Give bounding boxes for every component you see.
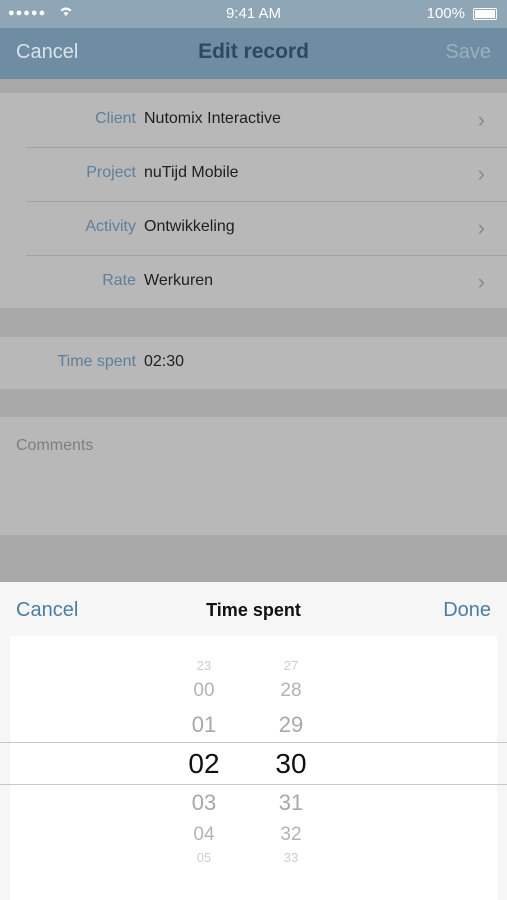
navigation-bar: Cancel Edit record Save xyxy=(0,28,507,79)
hour-option[interactable]: 03 xyxy=(174,790,234,816)
client-row[interactable]: Client Nutomix Interactive › xyxy=(0,93,507,147)
chevron-right-icon: › xyxy=(477,215,485,240)
minute-option-selected[interactable]: 30 xyxy=(261,748,321,780)
time-spent-value: 02:30 xyxy=(144,353,185,370)
client-value: Nutomix Interactive xyxy=(144,110,281,127)
rate-value: Werkuren xyxy=(144,272,214,289)
minute-option[interactable]: 28 xyxy=(261,680,321,702)
minute-option[interactable]: 31 xyxy=(261,790,321,816)
picker-selection-bottom-line xyxy=(0,784,507,785)
activity-value: Ontwikkeling xyxy=(144,218,235,235)
hour-option[interactable]: 00 xyxy=(174,680,234,702)
comments-field[interactable]: Comments xyxy=(16,437,93,455)
hour-option-selected[interactable]: 02 xyxy=(174,748,234,780)
time-spent-row[interactable]: Time spent 02:30 xyxy=(0,336,507,390)
picker-title: Time spent xyxy=(206,600,301,620)
picker-selection-top-line xyxy=(0,742,507,743)
comments-group xyxy=(0,417,507,535)
hour-option[interactable]: 05 xyxy=(174,850,234,865)
time-picker[interactable]: 23 00 01 02 03 04 05 27 28 29 30 31 32 3… xyxy=(10,636,497,900)
time-spent-label: Time spent xyxy=(57,353,136,370)
time-spent-group: Time spent 02:30 xyxy=(0,337,507,389)
battery-icon xyxy=(473,8,497,20)
minutes-wheel[interactable]: 27 28 29 30 31 32 33 xyxy=(261,636,321,900)
chevron-right-icon: › xyxy=(477,269,485,294)
minute-option[interactable]: 32 xyxy=(261,824,321,846)
chevron-right-icon: › xyxy=(477,161,485,186)
status-bar: ●●●●● 9:41 AM 100% xyxy=(0,0,507,28)
hour-option[interactable]: 01 xyxy=(174,712,234,738)
chevron-right-icon: › xyxy=(477,107,485,132)
project-value: nuTijd Mobile xyxy=(144,164,239,181)
activity-label: Activity xyxy=(85,218,136,235)
picker-toolbar: Cancel Time spent Done xyxy=(0,582,507,636)
picker-done-button[interactable]: Done xyxy=(443,599,491,622)
save-button[interactable]: Save xyxy=(445,41,491,64)
battery-percent: 100% xyxy=(426,5,465,22)
minute-option[interactable]: 29 xyxy=(261,712,321,738)
project-label: Project xyxy=(86,164,136,181)
project-row[interactable]: Project nuTijd Mobile › xyxy=(0,147,507,201)
hours-wheel[interactable]: 23 00 01 02 03 04 05 xyxy=(174,636,234,900)
minute-option[interactable]: 33 xyxy=(261,850,321,865)
record-details-group: Client Nutomix Interactive › Project nuT… xyxy=(0,93,507,308)
activity-row[interactable]: Activity Ontwikkeling › xyxy=(0,201,507,255)
client-label: Client xyxy=(95,110,136,127)
hour-option[interactable]: 04 xyxy=(174,824,234,846)
minute-option[interactable]: 27 xyxy=(261,658,321,673)
rate-label: Rate xyxy=(102,272,136,289)
rate-row[interactable]: Rate Werkuren › xyxy=(0,255,507,309)
page-title: Edit record xyxy=(198,40,309,63)
hour-option[interactable]: 23 xyxy=(174,658,234,673)
time-picker-sheet: Cancel Time spent Done 23 00 01 02 03 04… xyxy=(0,582,507,900)
